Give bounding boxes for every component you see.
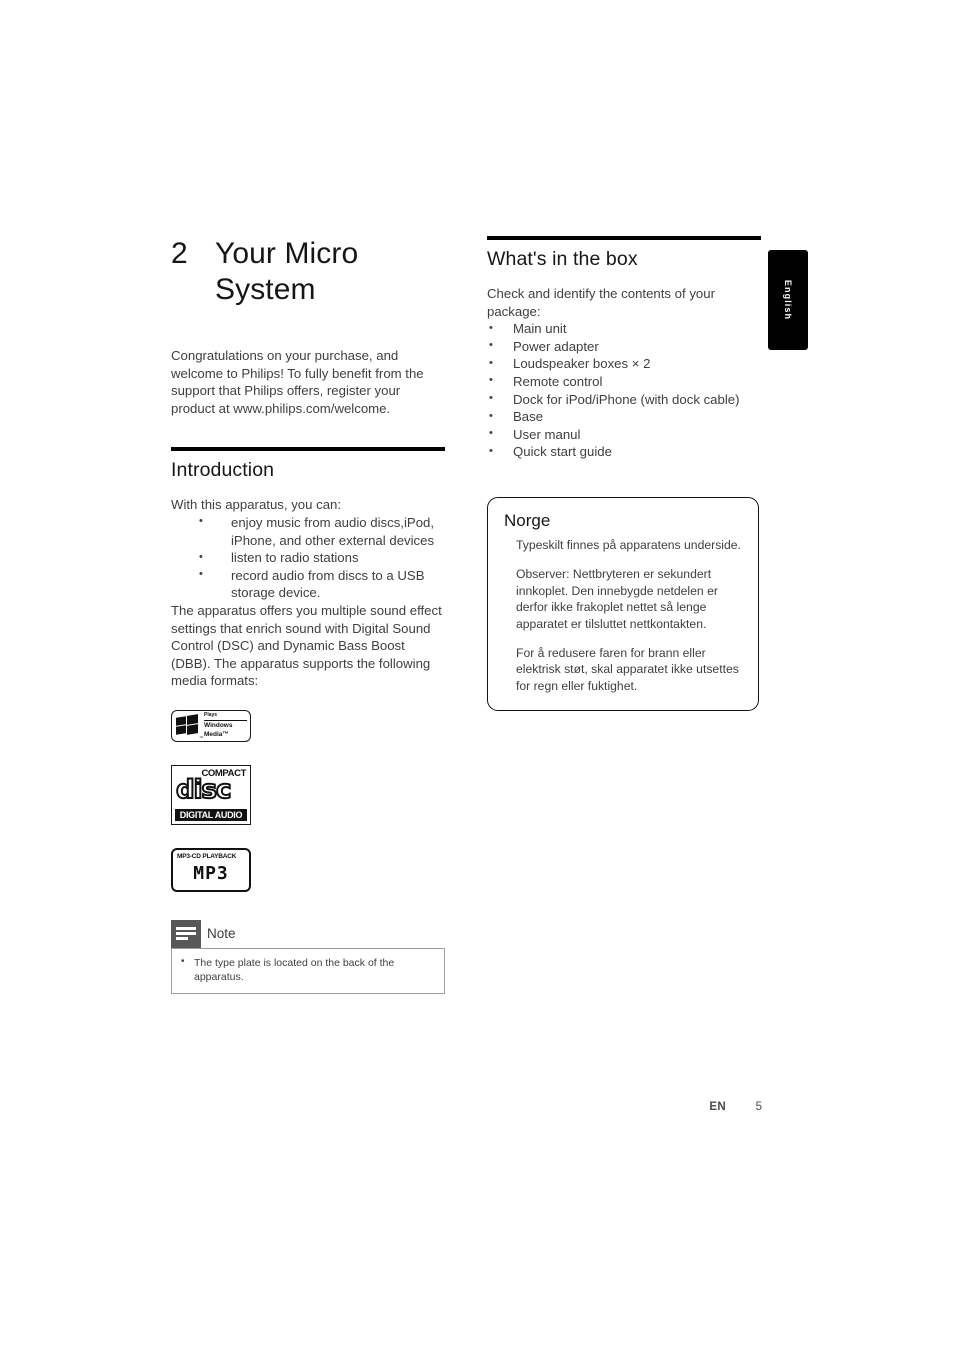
footer-locale-code: EN — [709, 1101, 726, 1113]
windows-media-plays-label: Plays — [204, 712, 247, 722]
note-box: Note The type plate is located on the ba… — [171, 919, 445, 994]
windows-media-text: Plays Windows Media™ — [204, 712, 247, 739]
whats-in-the-box-lead: Check and identify the contents of your … — [487, 286, 715, 319]
chapter-title: Your Micro System — [215, 237, 359, 306]
introduction-section: Introduction With this apparatus, you ca… — [171, 447, 445, 994]
note-title: Note — [207, 925, 236, 941]
norge-callout-title: Norge — [504, 510, 551, 530]
whats-in-the-box-section: What's in the box Check and identify the… — [487, 236, 761, 461]
note-header: Note — [171, 919, 445, 948]
introduction-lead: With this apparatus, you can: — [171, 497, 342, 513]
list-item: Remote control — [487, 372, 761, 391]
list-item: record audio from discs to a USB storage… — [171, 566, 445, 602]
box-contents-list: Main unit Power adapter Loudspeaker boxe… — [487, 320, 761, 461]
list-item: listen to radio stations — [171, 549, 445, 567]
cd-digital-audio-label: DIGITAL AUDIO — [175, 808, 247, 821]
list-item: User manul — [487, 425, 761, 444]
norge-paragraph: Typeskilt finnes på apparatens underside… — [516, 537, 741, 552]
windows-flag-tm: ™ — [199, 734, 203, 740]
chapter-number: 2 — [171, 237, 188, 270]
list-item: Loudspeaker boxes × 2 — [487, 355, 761, 373]
norge-callout: Norge Typeskilt finnes på apparatens und… — [487, 496, 759, 712]
whats-in-the-box-heading: What's in the box — [487, 248, 638, 270]
mp3-cd-playback-logo-icon: MP3-CD PLAYBACK MP3 — [171, 847, 251, 892]
chapter-heading: 2 Your Micro System — [171, 236, 445, 308]
norge-paragraph: Observer: Nettbryteren er sekundert innk… — [516, 567, 718, 631]
introduction-heading: Introduction — [171, 459, 275, 482]
whats-in-the-box-body: Check and identify the contents of your … — [487, 285, 761, 461]
right-column: What's in the box Check and identify the… — [487, 236, 761, 712]
cd-disc-wordmark: disc — [175, 774, 232, 805]
introduction-body: With this apparatus, you can: enjoy musi… — [171, 496, 445, 690]
norge-paragraph: For å redusere faren for brann eller ele… — [516, 645, 739, 693]
page-footer: EN 5 — [600, 1101, 762, 1113]
footer-page-number: 5 — [755, 1101, 762, 1113]
language-side-tab: English — [768, 250, 808, 350]
list-item: enjoy music from audio discs,iPod, iPhon… — [171, 513, 445, 549]
introduction-paragraph: The apparatus offers you multiple sound … — [171, 602, 442, 689]
list-item: Main unit — [487, 320, 761, 338]
note-list: The type plate is located on the back of… — [180, 955, 436, 984]
manual-page: 2 Your Micro System Congratulations on y… — [0, 0, 954, 1350]
list-item: Base — [487, 408, 761, 426]
chapter-intro-paragraph: Congratulations on your purchase, and we… — [171, 348, 424, 416]
note-content: The type plate is located on the back of… — [171, 947, 445, 994]
mp3-caption: MP3-CD PLAYBACK — [177, 852, 237, 860]
note-lines-icon — [171, 919, 201, 948]
list-item: Quick start guide — [487, 443, 761, 461]
section-rule — [487, 236, 761, 240]
capabilities-list: enjoy music from audio discs,iPod, iPhon… — [171, 513, 445, 602]
media-format-logos: ™ Plays Windows Media™ COMPACT disc DIGI… — [171, 709, 445, 892]
list-item: The type plate is located on the back of… — [180, 955, 436, 984]
section-rule — [171, 447, 445, 452]
left-column: 2 Your Micro System Congratulations on y… — [171, 236, 445, 994]
language-side-tab-label: English — [783, 279, 793, 321]
windows-media-brand-line2: Media™ — [204, 731, 229, 739]
windows-flag-icon: ™ — [175, 714, 203, 740]
plays-windows-media-logo-icon: ™ Plays Windows Media™ — [171, 709, 251, 742]
mp3-wordmark: MP3 — [193, 862, 229, 884]
list-item: Power adapter — [487, 337, 761, 356]
compact-disc-digital-audio-logo-icon: COMPACT disc DIGITAL AUDIO — [171, 764, 251, 825]
windows-media-brand-line1: Windows — [204, 722, 233, 730]
list-item: Dock for iPod/iPhone (with dock cable) — [487, 390, 761, 409]
